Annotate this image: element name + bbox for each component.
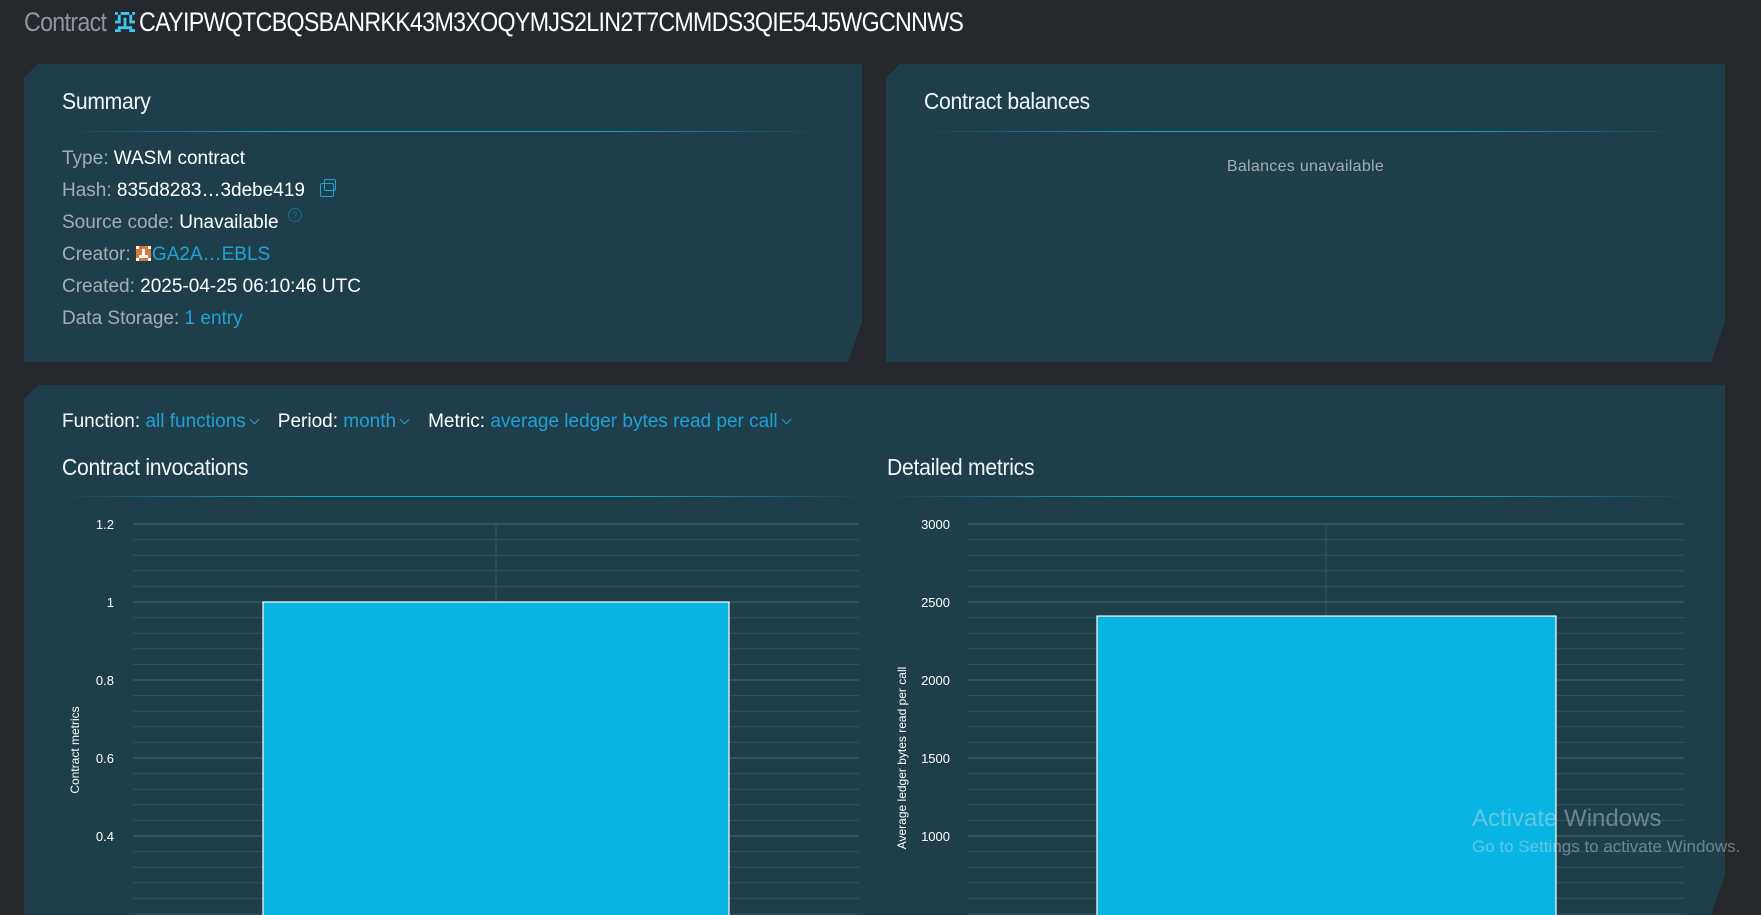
hash-row: Hash: 835d8283…3debe419 (62, 180, 334, 202)
watermark-title: Activate Windows (1472, 805, 1662, 832)
bar[interactable] (1097, 616, 1556, 915)
y-tick-label: 1500 (921, 751, 950, 766)
windows-activation-watermark: Activate Windows Go to Settings to activ… (1472, 805, 1740, 857)
y-tick-label: 2000 (921, 673, 950, 688)
page-title: Contract CAYIPWQTCBQSBANRKK43M3XOQYMJS2L… (24, 4, 1097, 40)
y-axis-label: Average ledger bytes read per call (895, 667, 909, 850)
y-tick-label: 1000 (921, 829, 950, 844)
type-row: Type: WASM contract (62, 148, 245, 170)
hash-label: Hash: (62, 180, 112, 201)
data-storage-label: Data Storage: (62, 308, 180, 329)
summary-title: Summary (62, 88, 151, 114)
summary-panel: Summary Type: WASM contract Hash: 835d82… (24, 64, 862, 362)
contract-address: CAYIPWQTCBQSBANRKK43M3XOQYMJS2LIN2T7CMMD… (139, 6, 964, 37)
created-row: Created: 2025-04-25 06:10:46 UTC (62, 276, 361, 298)
y-tick-label: 3000 (921, 517, 950, 532)
data-storage-row: Data Storage: 1 entry (62, 308, 243, 330)
data-storage-link[interactable]: 1 entry (185, 308, 243, 329)
source-code-value: Unavailable (179, 212, 279, 233)
y-tick-label: 2500 (921, 595, 950, 610)
balances-title: Contract balances (924, 88, 1090, 114)
created-value: 2025-04-25 06:10:46 UTC (140, 276, 361, 297)
watermark-subtitle: Go to Settings to activate Windows. (1472, 837, 1741, 856)
creator-label: Creator: (62, 244, 131, 265)
source-code-label: Source code: (62, 212, 174, 233)
identicon-icon (115, 12, 135, 32)
creator-link[interactable]: GA2A…EBLS (152, 244, 270, 265)
source-code-row: Source code: Unavailable ? (62, 212, 302, 234)
type-value: WASM contract (113, 148, 246, 169)
hash-value: 835d8283…3debe419 (116, 180, 305, 201)
stats-panel: Function: all functions Period: month Me… (24, 385, 1725, 915)
type-label: Type: (62, 148, 109, 169)
page-title-prefix: Contract (24, 6, 107, 37)
summary-divider (62, 131, 822, 132)
balances-divider (924, 131, 1684, 132)
help-icon[interactable]: ? (288, 208, 302, 222)
creator-identicon-icon (136, 246, 151, 261)
balances-empty-note: Balances unavailable (1226, 158, 1385, 175)
balances-panel: Contract balances Balances unavailable (886, 64, 1725, 362)
creator-row: Creator: GA2A…EBLS (62, 244, 270, 266)
copy-icon[interactable] (320, 183, 334, 197)
detailed-metrics-chart: 3000 2500 2000 1500 1000 Average ledger bytes… (24, 385, 1725, 915)
created-label: Created: (62, 276, 135, 297)
